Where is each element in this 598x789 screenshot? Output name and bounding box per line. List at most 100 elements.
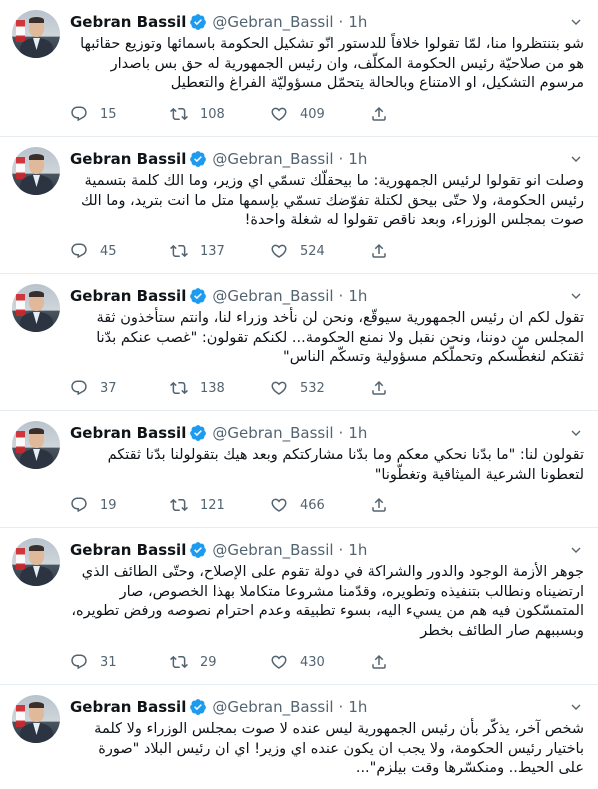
share-button[interactable]	[370, 242, 388, 260]
handle[interactable]: @Gebran_Bassil	[212, 287, 333, 305]
tweet-header: Gebran Bassil @Gebran_Bassil · 1h	[70, 697, 367, 717]
handle[interactable]: @Gebran_Bassil	[212, 13, 333, 31]
timestamp[interactable]: 1h	[348, 287, 367, 305]
share-button[interactable]	[370, 496, 388, 514]
tweet-text: وصلت انو تقولوا لرئيس الجمهورية: ما بيحق…	[80, 173, 584, 229]
retweet-button[interactable]: 138	[170, 379, 270, 397]
timestamp[interactable]: 1h	[348, 424, 367, 442]
tweet-text: تقولون لنا: "ما بدّنا نحكي معكم وما بدّن…	[107, 447, 584, 483]
chevron-down-icon[interactable]	[568, 699, 584, 715]
tweet[interactable]: Gebran Bassil @Gebran_Bassil · 1h تقول ل…	[0, 274, 598, 411]
tweet-text: تقول لكم ان رئيس الجمهورية سيوقّع، ونحن …	[96, 310, 584, 366]
flag-image	[16, 548, 25, 570]
chevron-down-icon[interactable]	[568, 14, 584, 30]
timestamp[interactable]: 1h	[348, 13, 367, 31]
handle[interactable]: @Gebran_Bassil	[212, 424, 333, 442]
retweet-icon	[170, 655, 188, 669]
tweet[interactable]: Gebran Bassil @Gebran_Bassil · 1h شخص آخ…	[0, 685, 598, 789]
avatar[interactable]	[12, 284, 60, 332]
heart-icon	[271, 655, 287, 669]
display-name[interactable]: Gebran Bassil	[70, 13, 186, 31]
reply-icon	[71, 654, 87, 670]
verified-badge-icon	[189, 150, 207, 168]
reply-count: 31	[100, 654, 117, 670]
handle[interactable]: @Gebran_Bassil	[212, 541, 333, 559]
retweet-button[interactable]: 108	[170, 105, 270, 123]
retweet-count: 108	[200, 106, 225, 122]
avatar[interactable]	[12, 147, 60, 195]
timestamp[interactable]: 1h	[348, 698, 367, 716]
tweet[interactable]: Gebran Bassil @Gebran_Bassil · 1h شو بتن…	[0, 0, 598, 137]
verified-badge-icon	[189, 13, 207, 31]
chevron-down-icon[interactable]	[568, 542, 584, 558]
tweet[interactable]: Gebran Bassil @Gebran_Bassil · 1h جوهر ا…	[0, 528, 598, 685]
avatar[interactable]	[12, 10, 60, 58]
handle[interactable]: @Gebran_Bassil	[212, 150, 333, 168]
separator: ·	[338, 287, 344, 305]
like-button[interactable]: 430	[270, 653, 370, 671]
like-count: 466	[300, 497, 325, 513]
tweet-text: شو بتنتظروا منا، لمّا تقولوا خلافاً للدس…	[80, 36, 584, 92]
retweet-count: 121	[200, 497, 225, 513]
reply-button[interactable]: 15	[70, 105, 170, 123]
display-name[interactable]: Gebran Bassil	[70, 150, 186, 168]
separator: ·	[338, 150, 344, 168]
display-name[interactable]: Gebran Bassil	[70, 287, 186, 305]
flag-image	[16, 294, 25, 316]
chevron-down-icon[interactable]	[568, 151, 584, 167]
handle[interactable]: @Gebran_Bassil	[212, 698, 333, 716]
avatar[interactable]	[12, 421, 60, 469]
reply-count: 19	[100, 497, 117, 513]
chevron-down-icon[interactable]	[568, 288, 584, 304]
retweet-button[interactable]: 121	[170, 496, 270, 514]
tweet-header: Gebran Bassil @Gebran_Bassil · 1h	[70, 540, 367, 560]
separator: ·	[338, 13, 344, 31]
share-button[interactable]	[370, 653, 388, 671]
heart-icon	[271, 107, 287, 121]
avatar[interactable]	[12, 695, 60, 743]
display-name[interactable]: Gebran Bassil	[70, 424, 186, 442]
retweet-icon	[170, 107, 188, 121]
tweet-feed: Gebran Bassil @Gebran_Bassil · 1h شو بتن…	[0, 0, 598, 789]
share-icon	[372, 654, 386, 669]
like-button[interactable]: 466	[270, 496, 370, 514]
share-button[interactable]	[370, 379, 388, 397]
retweet-button[interactable]: 29	[170, 653, 270, 671]
retweet-count: 29	[200, 654, 217, 670]
retweet-icon	[170, 498, 188, 512]
tweet[interactable]: Gebran Bassil @Gebran_Bassil · 1h تقولون…	[0, 411, 598, 528]
tweet-header: Gebran Bassil @Gebran_Bassil · 1h	[70, 423, 367, 443]
flag-image	[16, 20, 25, 42]
heart-icon	[271, 381, 287, 395]
tweet[interactable]: Gebran Bassil @Gebran_Bassil · 1h وصلت ا…	[0, 137, 598, 274]
like-button[interactable]: 409	[270, 105, 370, 123]
retweet-icon	[170, 381, 188, 395]
reply-icon	[71, 380, 87, 396]
timestamp[interactable]: 1h	[348, 150, 367, 168]
like-button[interactable]: 524	[270, 242, 370, 260]
timestamp[interactable]: 1h	[348, 541, 367, 559]
heart-icon	[271, 244, 287, 258]
flag-image	[16, 157, 25, 179]
reply-button[interactable]: 37	[70, 379, 170, 397]
reply-button[interactable]: 31	[70, 653, 170, 671]
tweet-text: جوهر الأزمة الوجود والدور والشراكة في دو…	[71, 564, 584, 639]
like-count: 532	[300, 380, 325, 396]
share-button[interactable]	[370, 105, 388, 123]
reply-button[interactable]: 45	[70, 242, 170, 260]
avatar[interactable]	[12, 538, 60, 586]
tweet-header: Gebran Bassil @Gebran_Bassil · 1h	[70, 149, 367, 169]
share-icon	[372, 497, 386, 512]
retweet-button[interactable]: 137	[170, 242, 270, 260]
display-name[interactable]: Gebran Bassil	[70, 698, 186, 716]
verified-badge-icon	[189, 698, 207, 716]
display-name[interactable]: Gebran Bassil	[70, 541, 186, 559]
verified-badge-icon	[189, 541, 207, 559]
reply-button[interactable]: 19	[70, 496, 170, 514]
like-button[interactable]: 532	[270, 379, 370, 397]
like-count: 409	[300, 106, 325, 122]
tweet-header: Gebran Bassil @Gebran_Bassil · 1h	[70, 12, 367, 32]
flag-image	[16, 431, 25, 453]
reply-icon	[71, 497, 87, 513]
chevron-down-icon[interactable]	[568, 425, 584, 441]
